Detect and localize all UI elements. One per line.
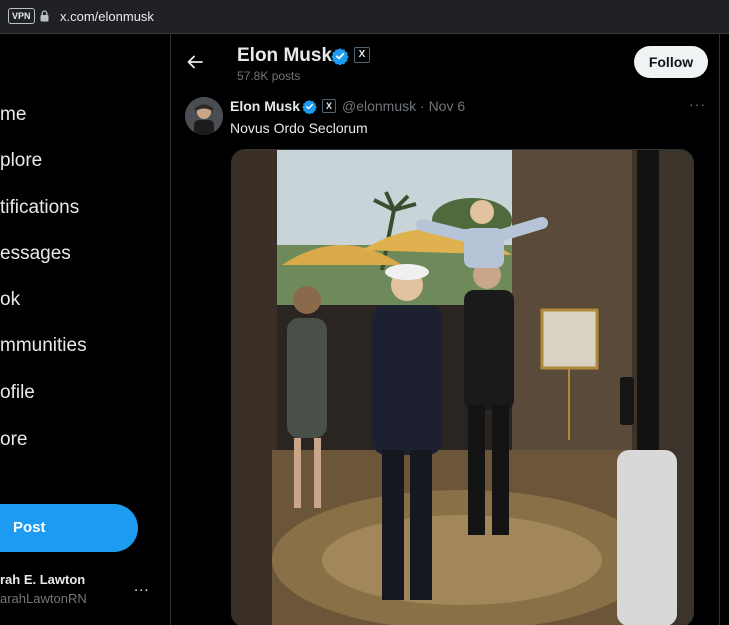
tweet-author-name[interactable]: Elon Musk bbox=[230, 98, 300, 114]
avatar[interactable] bbox=[185, 97, 223, 135]
photo-image bbox=[232, 150, 693, 625]
main-column: Elon Musk X 57.8K posts Follow Elon Musk… bbox=[170, 34, 720, 625]
tweet-photo[interactable] bbox=[231, 149, 694, 625]
sidebar-item-grok[interactable]: ok bbox=[0, 289, 20, 311]
profile-name: Elon Musk bbox=[237, 45, 333, 66]
tweet-text: Novus Ordo Seclorum bbox=[230, 120, 368, 136]
sidebar-item-explore[interactable]: plore bbox=[0, 150, 42, 172]
x-affiliate-badge-icon: X bbox=[354, 47, 370, 63]
follow-button[interactable]: Follow bbox=[634, 46, 708, 78]
lock-icon bbox=[40, 10, 49, 22]
sidebar-item-home[interactable]: me bbox=[0, 104, 26, 126]
vpn-badge[interactable]: VPN bbox=[8, 8, 35, 24]
x-affiliate-badge-icon: X bbox=[322, 99, 336, 113]
posts-count: 57.8K posts bbox=[237, 69, 301, 83]
sidebar-item-messages[interactable]: essages bbox=[0, 243, 71, 265]
tweet-more-icon[interactable]: ··· bbox=[689, 96, 706, 112]
sidebar-nav: me plore tifications essages ok mmunitie… bbox=[0, 34, 170, 625]
sidebar-item-more[interactable]: ore bbox=[0, 429, 27, 451]
verified-badge-icon bbox=[302, 99, 317, 114]
back-arrow-icon[interactable] bbox=[185, 52, 205, 72]
account-more-icon[interactable]: ... bbox=[134, 578, 150, 595]
tweet-handle-date[interactable]: @elonmusk · Nov 6 bbox=[342, 98, 465, 114]
verified-badge-icon bbox=[331, 48, 349, 65]
sidebar-item-profile[interactable]: ofile bbox=[0, 382, 35, 404]
sidebar-item-communities[interactable]: mmunities bbox=[0, 335, 87, 357]
url-field[interactable]: x.com/elonmusk bbox=[60, 9, 154, 24]
post-button[interactable]: Post bbox=[0, 504, 138, 552]
browser-address-bar[interactable]: VPN x.com/elonmusk bbox=[0, 0, 729, 34]
account-name[interactable]: rah E. Lawton bbox=[0, 572, 85, 587]
avatar-image bbox=[185, 97, 223, 135]
account-handle[interactable]: arahLawtonRN bbox=[0, 591, 87, 606]
sidebar-item-notifications[interactable]: tifications bbox=[0, 197, 79, 219]
